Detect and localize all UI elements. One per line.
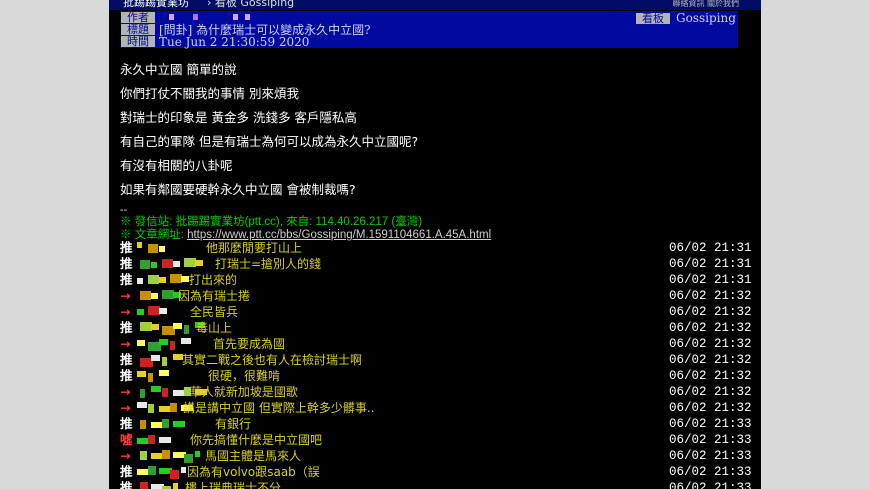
push-message: 因為有volvo跟saab（誤 [187,465,320,479]
push-tag: 推 [120,464,133,479]
push-message: 有銀行 [215,417,252,431]
push-tag: → [120,448,131,463]
push-timestamp: 06/02 21:33 [669,449,752,463]
push-message: 毒山上 [196,321,233,335]
push-message: 講是講中立國 但實際上幹多少髒事.. [183,401,375,415]
push-tag: → [120,304,131,319]
push-tag: → [120,400,131,415]
push-row: 推 樓上瑞典瑞士不分 06/02 21:33 [120,480,752,489]
body-line: 如果有鄰國要硬幹永久中立國 會被制裁嗎? [120,182,356,197]
board-label: 看板 [636,13,670,24]
ptt-article-screen: 批踢踢實業坊 › 看板 Gossiping 聯絡資訊 關於我們 作者 看板 Go… [109,0,761,489]
push-message: 馬國主體是馬來人 [205,449,302,463]
body-line: 有沒有相關的八卦呢 [120,158,233,173]
push-message: 你先搞懂什麼是中立國吧 [190,433,323,447]
push-tag: 推 [120,480,133,489]
push-row: → 馬國主體是馬來人 06/02 21:33 [120,448,752,464]
push-timestamp: 06/02 21:33 [669,417,752,431]
push-message: 打瑞士=搶別人的錢 [215,257,322,271]
push-timestamp: 06/02 21:32 [669,289,752,303]
push-message: 其實二戰之後也有人在檢討瑞士啊 [182,353,363,367]
push-timestamp: 06/02 21:32 [669,337,752,351]
time-label: 時間 [121,36,155,47]
push-tag: 推 [120,256,133,271]
push-tag: 噓 [120,432,133,447]
push-timestamp: 06/02 21:32 [669,321,752,335]
push-message: 打出來的 [189,273,238,287]
site-logo-link[interactable]: 批踢踢實業坊 [123,0,189,8]
push-row: 噓 你先搞懂什麼是中立國吧 06/02 21:33 [120,432,752,448]
push-timestamp: 06/02 21:33 [669,433,752,447]
article-metadata-header: 作者 看板 Gossiping 標題 [問卦] 為什麼瑞士可以變成永久中立國? … [121,11,738,48]
push-timestamp: 06/02 21:32 [669,385,752,399]
push-tag: → [120,336,131,351]
time-row: 時間 Tue Jun 2 21:30:59 2020 [121,36,738,48]
push-tag: 推 [120,352,133,367]
top-right-links[interactable]: 聯絡資訊 關於我們 [672,0,739,9]
board-breadcrumb[interactable]: › 看板 Gossiping [207,0,294,8]
push-row: 推 因為有volvo跟saab（誤 06/02 21:33 [120,464,752,480]
push-message: : 華人就新加坡是國歌 [182,385,298,399]
push-timestamp: 06/02 21:31 [669,257,752,271]
push-row: 推 很硬，很難啃 06/02 21:32 [120,368,752,384]
push-row: → 首先要成為國 06/02 21:32 [120,336,752,352]
title-label: 標題 [121,24,155,35]
push-row: → 全民皆兵 06/02 21:32 [120,304,752,320]
push-timestamp: 06/02 21:32 [669,369,752,383]
body-line: 對瑞士的印象是 黃金多 洗錢多 客戶隱私高 [120,110,357,125]
push-timestamp: 06/02 21:32 [669,353,752,367]
push-message: 很硬，很難啃 [208,369,281,383]
push-row: → 講是講中立國 但實際上幹多少髒事.. 06/02 21:32 [120,400,752,416]
push-tag: 推 [120,368,133,383]
body-line: 永久中立國 簡單的說 [120,62,237,77]
push-timestamp: 06/02 21:31 [669,273,752,287]
push-row: 推 打瑞士=搶別人的錢 06/02 21:31 [120,256,752,272]
top-navigation-bar: 批踢踢實業坊 › 看板 Gossiping 聯絡資訊 關於我們 [109,0,761,10]
push-tag: → [120,288,131,303]
push-message: 首先要成為國 [213,337,286,351]
signature-separator: -- [120,205,128,216]
push-tag: → [120,384,131,399]
author-label: 作者 [121,12,155,23]
push-row: 推 其實二戰之後也有人在檢討瑞士啊 06/02 21:32 [120,352,752,368]
push-tag: 推 [120,320,133,335]
push-tag: 推 [120,240,133,255]
push-timestamp: 06/02 21:33 [669,465,752,479]
push-timestamp: 06/02 21:31 [669,241,752,255]
push-row: → : 華人就新加坡是國歌 06/02 21:32 [120,384,752,400]
push-row: 推 有銀行 06/02 21:33 [120,416,752,432]
push-row: 推 打出來的 06/02 21:31 [120,272,752,288]
article-time: Tue Jun 2 21:30:59 2020 [159,35,310,49]
push-message: 全民皆兵 [190,305,239,319]
push-timestamp: 06/02 21:32 [669,401,752,415]
push-message: 樓上瑞典瑞士不分 [185,481,282,489]
article-body: 永久中立國 簡單的說 你們打仗不關我的事情 別來煩我 對瑞士的印象是 黃金多 洗… [120,58,740,202]
sent-from-line: ※ 發信站: 批踢踢實業坊(ptt.cc), 來自: 114.40.26.217… [120,216,423,228]
body-line: 有自己的軍隊 但是有瑞士為何可以成為永久中立國呢? [120,134,419,149]
push-tag: 推 [120,272,133,287]
push-message: 他那麼閒要打山上 [206,241,303,255]
push-tag: 推 [120,416,133,431]
body-line: 你們打仗不關我的事情 別來煩我 [120,86,299,101]
push-timestamp: 06/02 21:32 [669,305,752,319]
push-row: 推 他那麼閒要打山上 06/02 21:31 [120,240,752,256]
push-timestamp: 06/02 21:33 [669,481,752,489]
push-row: → 因為有瑞士捲 06/02 21:32 [120,288,752,304]
push-message: 因為有瑞士捲 [178,289,251,303]
push-row: 推 毒山上 06/02 21:32 [120,320,752,336]
